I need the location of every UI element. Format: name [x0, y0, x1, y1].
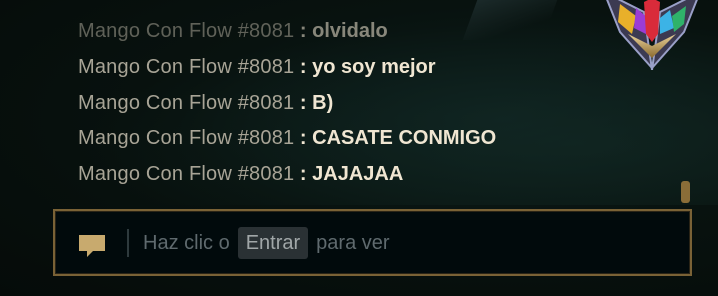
- chat-input-hint: Haz clic o Entrar para ver: [143, 225, 390, 261]
- message-sender: Mango Con Flow #8081: [78, 56, 295, 78]
- chat-log[interactable]: Mango Con Flow #8081 : olvidalo Mango Co…: [0, 0, 700, 200]
- message-separator: :: [299, 92, 307, 114]
- message-separator: :: [299, 127, 307, 149]
- hint-text-before: Haz clic o: [143, 231, 230, 254]
- chat-bubble-icon: [79, 235, 105, 257]
- message-text: JAJAJAA: [312, 163, 404, 185]
- chat-message: Mango Con Flow #8081 : olvidalo: [78, 19, 388, 43]
- message-text: olvidalo: [312, 20, 388, 42]
- message-separator: :: [299, 163, 307, 185]
- message-text: B): [312, 92, 334, 114]
- message-sender: Mango Con Flow #8081: [78, 92, 295, 114]
- message-separator: :: [299, 20, 307, 42]
- message-text: CASATE CONMIGO: [312, 127, 497, 149]
- chat-message: Mango Con Flow #8081 : yo soy mejor: [78, 55, 436, 79]
- chat-message: Mango Con Flow #8081 : B): [78, 91, 333, 115]
- enter-key-badge: Entrar: [237, 227, 309, 259]
- input-divider: [127, 229, 129, 257]
- message-sender: Mango Con Flow #8081: [78, 127, 295, 149]
- chat-message: Mango Con Flow #8081 : CASATE CONMIGO: [78, 126, 496, 150]
- message-sender: Mango Con Flow #8081: [78, 163, 295, 185]
- hint-text-after: para ver: [316, 231, 390, 254]
- chat-scrollbar-thumb[interactable]: [681, 181, 690, 203]
- chat-message: Mango Con Flow #8081 : JAJAJAA: [78, 162, 403, 186]
- message-text: yo soy mejor: [312, 56, 436, 78]
- message-sender: Mango Con Flow #8081: [78, 20, 295, 42]
- chat-input[interactable]: Haz clic o Entrar para ver: [53, 209, 692, 276]
- message-separator: :: [299, 56, 307, 78]
